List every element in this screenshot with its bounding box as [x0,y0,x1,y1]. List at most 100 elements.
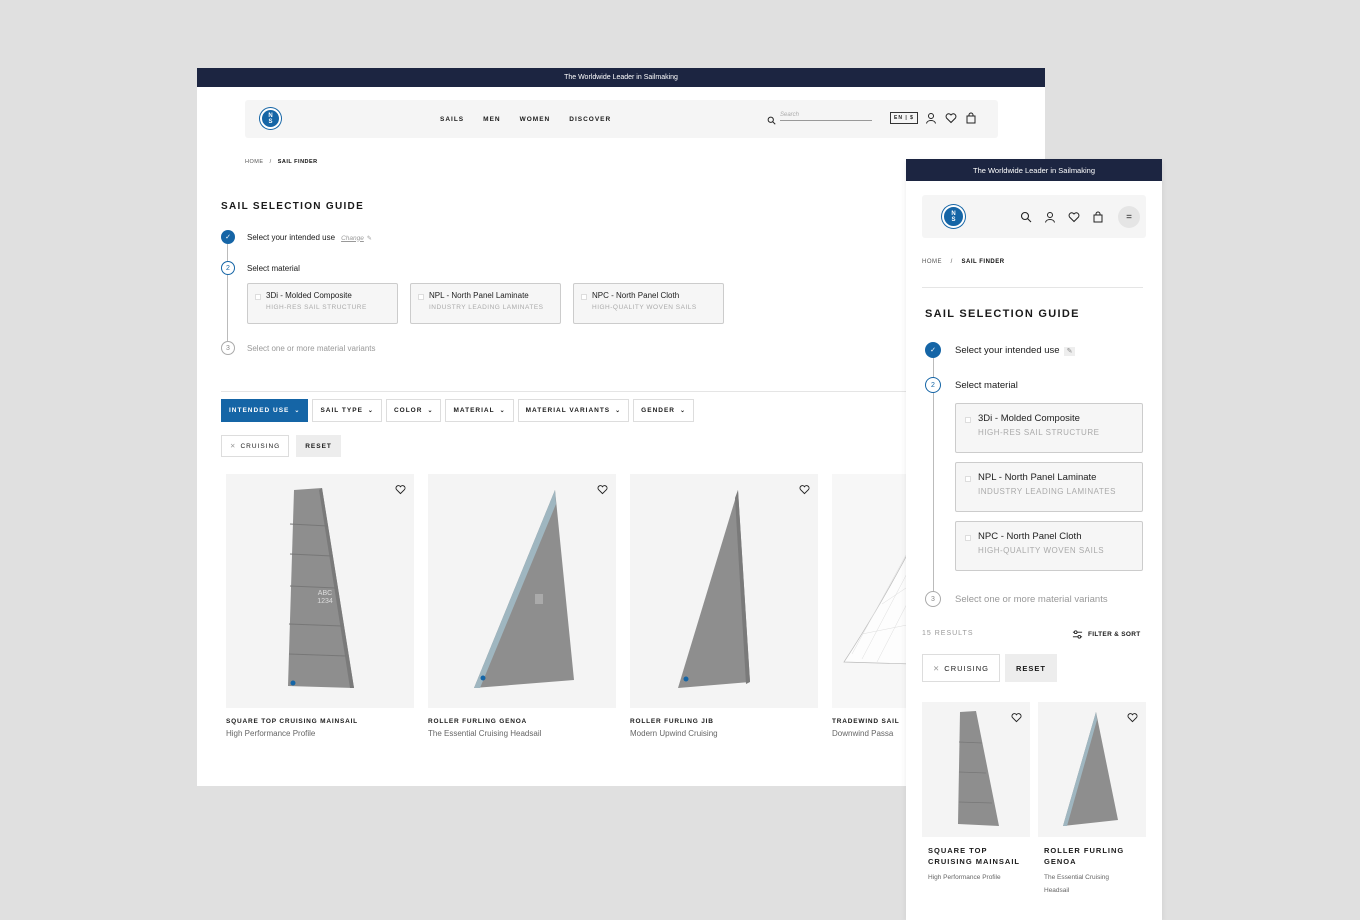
chip-cruising[interactable]: ✕ CRUISING [922,654,1000,682]
step-material-variants: 3 Select one or more material variants [925,591,1108,607]
cart-bag-icon[interactable] [1092,210,1104,223]
filter-sort-button[interactable]: FILTER & SORT [1072,629,1141,640]
product-name[interactable]: SQUARE TOP CRUISING MAINSAIL [922,845,1030,867]
page-title: SAIL SELECTION GUIDE [221,201,365,212]
announcement-bar: The Worldwide Leader in Sailmaking [906,159,1162,181]
search-icon[interactable] [1020,210,1032,223]
filter-gender[interactable]: GENDER ⌄ [633,399,695,422]
material-subtitle: INDUSTRY LEADING LAMINATES [978,487,1116,496]
product-card[interactable]: ROLLER FURLING JIB Modern Upwind Cruisin… [630,474,818,738]
nav-women[interactable]: WOMEN [520,116,551,123]
product-image[interactable] [630,474,818,708]
breadcrumb-home[interactable]: HOME [922,259,942,265]
step-material: 2 Select material [925,377,1018,393]
step-3-number: 3 [221,341,235,355]
nav-sails[interactable]: SAILS [440,116,464,123]
product-subtitle: The Essential Cruising Headsail [428,729,542,738]
material-option-npc[interactable]: NPC - North Panel Cloth HIGH-QUALITY WOVE… [955,521,1143,571]
material-options: 3Di - Molded Composite HIGH-RES SAIL STRU… [247,283,724,324]
step-intended-use: ✓ Select your intended use Change ✎ [221,230,372,244]
chip-cruising[interactable]: ✕ CRUISING [221,435,290,457]
divider [221,391,1021,392]
wishlist-heart-icon[interactable] [799,482,810,495]
close-icon[interactable]: ✕ [230,442,236,450]
wishlist-heart-icon[interactable] [597,482,608,495]
close-icon[interactable]: ✕ [933,664,940,673]
wishlist-icon[interactable] [945,111,957,124]
filter-color[interactable]: COLOR ⌄ [385,399,442,422]
filter-material-variants[interactable]: MATERIAL VARIANTS ⌄ [517,399,630,422]
material-option-3di[interactable]: 3Di - Molded Composite HIGH-RES SAIL STRU… [247,283,398,324]
chevron-down-icon: ⌄ [679,408,687,414]
north-sails-logo[interactable]: NS [942,205,965,228]
announcement-text: The Worldwide Leader in Sailmaking [564,74,678,81]
nav-men[interactable]: MEN [483,116,500,123]
reset-button[interactable]: RESET [296,435,341,457]
breadcrumb: HOME / SAIL FINDER [922,259,1005,265]
material-option-3di[interactable]: 3Di - Molded Composite HIGH-RES SAIL STRU… [955,403,1143,453]
product-card[interactable]: ROLLER FURLING GENOA The Essential Cruis… [428,474,616,738]
product-card[interactable]: SQUARE TOP CRUISING MAINSAIL High Perfor… [922,702,1030,897]
active-filters: ✕ CRUISING RESET [221,435,341,457]
product-image[interactable]: ABC 1234 [226,474,414,708]
step-2-number: 2 [925,377,941,393]
material-option-npc[interactable]: NPC - North Panel Cloth HIGH-QUALITY WOVE… [573,283,724,324]
product-image[interactable] [1038,702,1146,837]
search-input[interactable]: Search [780,112,872,121]
material-option-npl[interactable]: NPL - North Panel Laminate INDUSTRY LEADI… [410,283,561,324]
product-card[interactable]: ABC 1234 SQUARE TOP CRUISING MAINSAIL Hi… [226,474,414,738]
product-name[interactable]: SQUARE TOP CRUISING MAINSAIL [226,718,414,725]
product-subtitle: High Performance Profile [226,729,316,738]
filter-label: GENDER [641,407,675,414]
filter-intended-use[interactable]: INTENDED USE ⌄ [221,399,309,422]
sail-marking-text: ABC 1234 [317,590,333,605]
logo-letter-s: S [951,216,956,223]
reset-button[interactable]: RESET [1004,654,1057,682]
wishlist-heart-icon[interactable] [395,482,406,495]
filter-label: SAIL TYPE [320,407,363,414]
material-subtitle: INDUSTRY LEADING LAMINATES [429,304,544,311]
material-checkbox[interactable] [965,535,971,541]
pencil-icon[interactable]: ✎ [367,236,372,242]
account-icon[interactable] [1044,210,1056,223]
results-count: 15 RESULTS [922,630,974,637]
pencil-icon[interactable]: ✎ [1063,346,1076,356]
material-name: NPC - North Panel Cloth [592,291,680,300]
search-box[interactable]: Search [767,112,872,125]
cart-bag-icon[interactable] [965,111,977,124]
filter-material[interactable]: MATERIAL ⌄ [445,399,514,422]
material-checkbox[interactable] [255,294,261,300]
step-1-label: Select your intended use [247,232,336,242]
material-checkbox[interactable] [965,417,971,423]
wishlist-heart-icon[interactable] [1127,710,1138,723]
breadcrumb-home[interactable]: HOME [245,159,264,165]
breadcrumb: HOME / SAIL FINDER [245,159,318,165]
hamburger-menu-icon[interactable]: = [1118,206,1140,228]
filter-sail-type[interactable]: SAIL TYPE ⌄ [312,399,382,422]
north-sails-logo[interactable]: NS [260,108,281,129]
divider [922,287,1143,288]
search-icon[interactable] [767,112,776,125]
material-checkbox[interactable] [965,476,971,482]
mobile-window: The Worldwide Leader in Sailmaking NS = … [906,159,1162,920]
wishlist-heart-icon[interactable] [1011,710,1022,723]
steps-connector [227,244,228,344]
wishlist-icon[interactable] [1068,210,1080,223]
product-image[interactable] [428,474,616,708]
product-name[interactable]: ROLLER FURLING GENOA [1038,845,1146,867]
material-option-npl[interactable]: NPL - North Panel Laminate INDUSTRY LEADI… [955,462,1143,512]
product-name[interactable]: ROLLER FURLING GENOA [428,718,616,725]
material-checkbox[interactable] [418,294,424,300]
announcement-bar: The Worldwide Leader in Sailmaking [197,68,1045,87]
nav-menu: SAILS MEN WOMEN DISCOVER [440,100,611,138]
change-link[interactable]: Change [341,235,364,242]
announcement-text: The Worldwide Leader in Sailmaking [972,165,1095,175]
product-card[interactable]: ROLLER FURLING GENOA The Essential Cruis… [1038,702,1146,897]
account-icon[interactable] [925,111,937,124]
nav-discover[interactable]: DISCOVER [569,116,611,123]
language-currency-selector[interactable]: EN | $ [890,112,918,124]
product-name[interactable]: ROLLER FURLING JIB [630,718,818,725]
material-checkbox[interactable] [581,294,587,300]
product-image[interactable] [922,702,1030,837]
material-subtitle: HIGH-QUALITY WOVEN SAILS [978,546,1105,555]
